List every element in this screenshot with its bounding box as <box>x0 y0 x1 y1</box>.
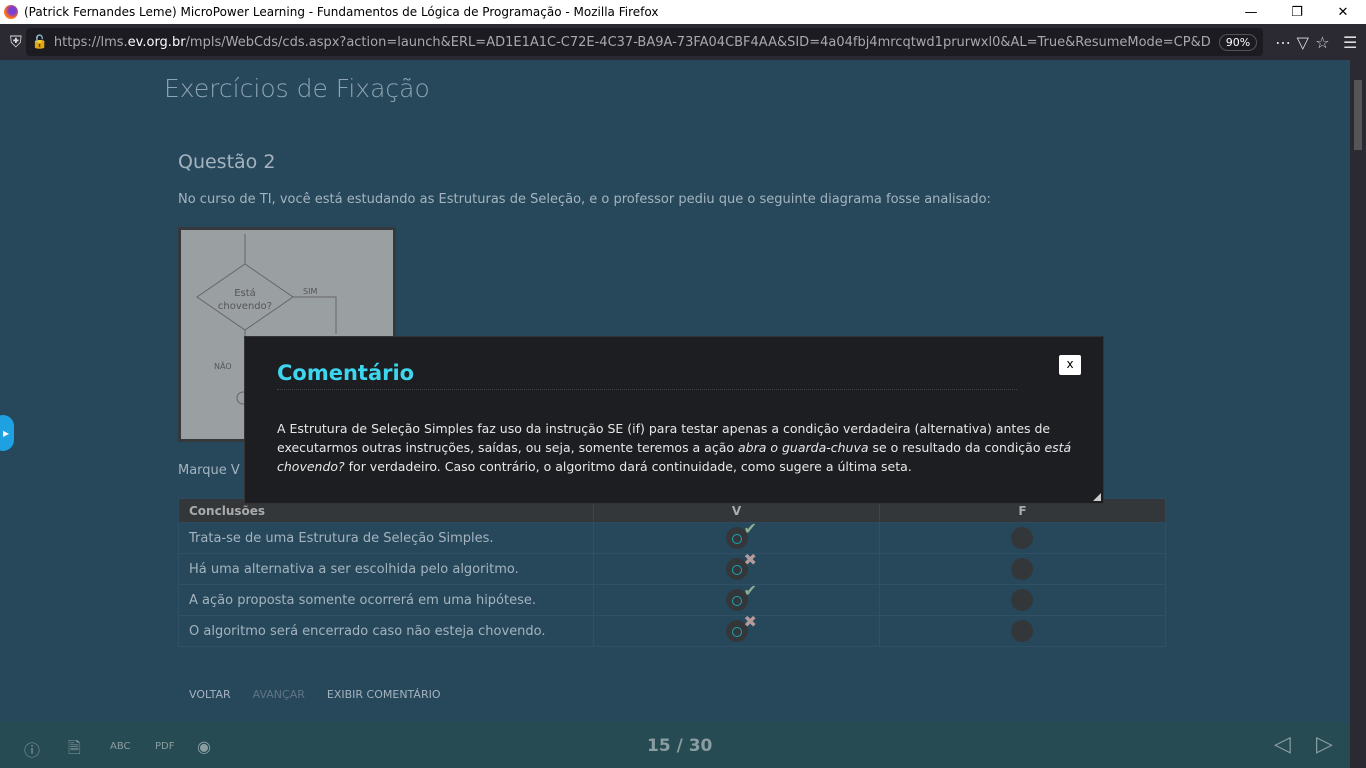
player-footer: ⓘ 🗎 ABC PDF ◉ 15 / 30 ◁ ▷ <box>0 722 1350 768</box>
cell-f <box>879 522 1166 554</box>
radio-f[interactable] <box>1011 527 1033 549</box>
instruction-text: Marque V p <box>178 463 253 478</box>
back-button[interactable]: VOLTAR <box>178 688 242 701</box>
radio-f[interactable] <box>1011 589 1033 611</box>
radio-f[interactable] <box>1011 620 1033 642</box>
shield-icon[interactable]: ⛨ <box>6 32 26 52</box>
show-comment-button[interactable]: EXIBIR COMENTÁRIO <box>316 688 452 701</box>
answer-table: Conclusões V F Trata-se de uma Estrutura… <box>178 498 1166 647</box>
lock-warning-icon[interactable]: 🔓 <box>32 35 48 50</box>
side-panel-toggle[interactable]: ▸ <box>0 415 14 451</box>
modal-title: Comentário <box>277 361 415 385</box>
table-row: O algoritmo será encerrado caso não este… <box>178 612 1166 647</box>
resize-handle[interactable] <box>1093 493 1101 501</box>
cross-icon: ✖ <box>743 612 757 631</box>
zoom-level[interactable]: 90% <box>1218 33 1258 51</box>
cross-icon: ✖ <box>743 550 757 569</box>
body-text-3: for verdadeiro. Caso contrário, o algori… <box>344 459 912 474</box>
next-button[interactable]: AVANÇAR <box>242 688 316 701</box>
pdf-icon[interactable]: PDF <box>155 741 174 752</box>
minimize-button[interactable]: — <box>1228 5 1274 20</box>
bookmark-star-icon[interactable]: ☆ <box>1313 33 1333 52</box>
modal-divider <box>277 389 1017 390</box>
document-icon[interactable]: 🗎 <box>68 737 81 764</box>
cell-f <box>879 584 1166 616</box>
info-icon[interactable]: ⓘ <box>24 737 40 761</box>
body-text-2: se o resultado da condição <box>868 440 1045 455</box>
action-buttons: VOLTAR AVANÇAR EXIBIR COMENTÁRIO <box>178 688 452 701</box>
conclusion-text: O algoritmo será encerrado caso não este… <box>178 615 594 647</box>
radio-f[interactable] <box>1011 558 1033 580</box>
next-arrow-icon[interactable]: ▷ <box>1316 732 1333 757</box>
diagram-decision-text: Está <box>234 287 256 299</box>
window-titlebar: (Patrick Fernandes Leme) MicroPower Lear… <box>0 0 1366 24</box>
diagram-yes-label: SIM <box>303 287 317 296</box>
table-row: Há uma alternativa a ser escolhida pelo … <box>178 550 1166 585</box>
eye-icon[interactable]: ◉ <box>197 737 211 756</box>
check-icon: ✔ <box>743 519 757 538</box>
url-bar[interactable]: 🔓 https://lms. ev.org.br/mpls/WebCds/cds.… <box>25 28 1264 56</box>
window-title: (Patrick Fernandes Leme) MicroPower Lear… <box>24 5 659 19</box>
more-icon[interactable]: ⋯ <box>1273 33 1293 52</box>
body-emphasis-1: abra o guarda-chuva <box>738 440 869 455</box>
page-scrollbar[interactable] <box>1350 60 1366 768</box>
navigation-bar: ⛨ 🔓 https://lms. ev.org.br/mpls/WebCds/cd… <box>0 24 1366 60</box>
cell-v: ✖ <box>593 612 880 647</box>
table-row: A ação proposta somente ocorrerá em uma … <box>178 581 1166 616</box>
question-intro: No curso de TI, você está estudando as E… <box>178 192 991 207</box>
conclusion-text: A ação proposta somente ocorrerá em uma … <box>178 584 594 616</box>
diagram-decision-text-2: chovendo? <box>218 301 272 312</box>
previous-arrow-icon[interactable]: ◁ <box>1274 732 1291 757</box>
cell-f <box>879 615 1166 647</box>
modal-close-button[interactable]: x <box>1059 355 1081 375</box>
scrollbar-thumb[interactable] <box>1354 80 1362 150</box>
page-counter: 15 / 30 <box>647 736 713 756</box>
url-domain: ev.org.br <box>127 34 186 50</box>
modal-body: A Estrutura de Seleção Simples faz uso d… <box>277 419 1077 476</box>
table-row: Trata-se de uma Estrutura de Seleção Sim… <box>178 519 1166 554</box>
cell-v: ✖ <box>593 550 880 585</box>
close-window-button[interactable]: ✕ <box>1320 5 1366 20</box>
comment-modal: Comentário x A Estrutura de Seleção Simp… <box>244 336 1104 504</box>
cell-v: ✔ <box>593 519 880 554</box>
check-icon: ✔ <box>743 581 757 600</box>
glossary-abc-icon[interactable]: ABC <box>110 741 131 752</box>
url-rest: /mpls/WebCds/cds.aspx?action=launch&ERL=… <box>185 34 1211 50</box>
menu-icon[interactable]: ☰ <box>1340 33 1360 52</box>
page-heading: Exercícios de Fixação <box>164 74 430 103</box>
diagram-no-label: NÃO <box>214 361 232 371</box>
firefox-logo-icon <box>4 5 18 19</box>
conclusion-text: Há uma alternativa a ser escolhida pelo … <box>178 553 594 585</box>
pocket-icon[interactable]: ▽ <box>1293 33 1313 52</box>
restore-button[interactable]: ❐ <box>1274 5 1320 20</box>
cell-v: ✔ <box>593 581 880 616</box>
cell-f <box>879 553 1166 585</box>
question-title: Questão 2 <box>178 151 276 173</box>
url-prefix: https://lms. <box>53 34 128 50</box>
conclusion-text: Trata-se de uma Estrutura de Seleção Sim… <box>178 522 594 554</box>
